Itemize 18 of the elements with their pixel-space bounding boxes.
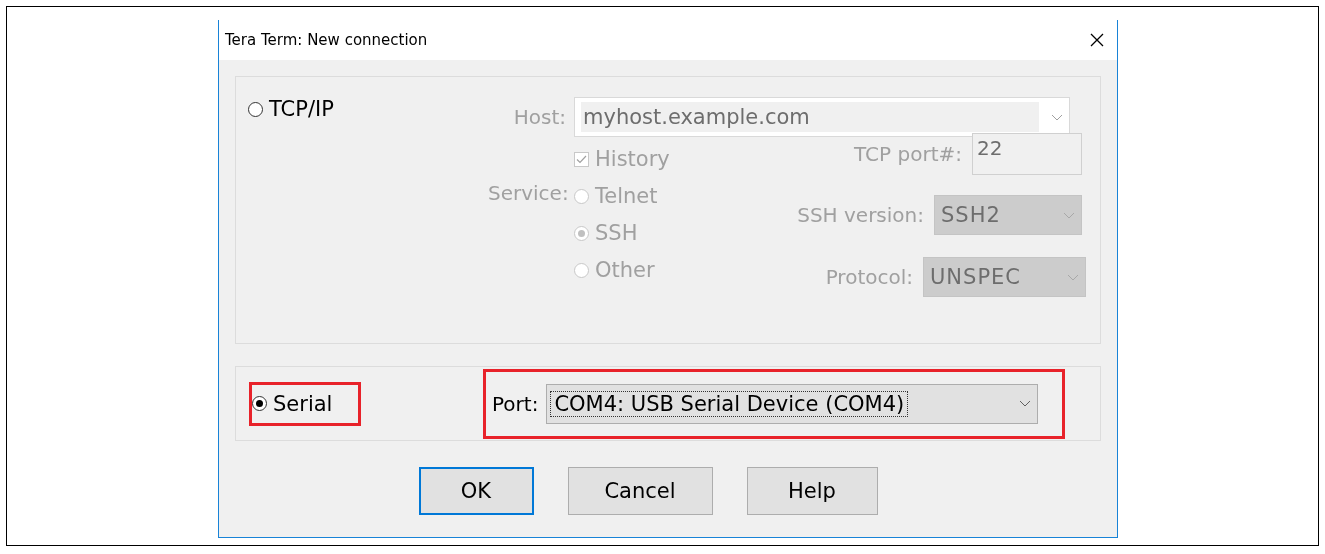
port-dropdown[interactable]: COM4: USB Serial Device (COM4) bbox=[546, 383, 1039, 424]
window-title: Tera Term: New connection bbox=[225, 31, 428, 49]
chevron-down-icon bbox=[1067, 273, 1079, 281]
close-icon bbox=[1090, 33, 1104, 47]
port-label: Port: bbox=[492, 391, 539, 416]
service-label: Service: bbox=[488, 181, 566, 207]
dialog-button[interactable]: Cancel bbox=[567, 467, 713, 515]
protocol-label: Protocol: bbox=[825, 265, 913, 289]
serial-label[interactable]: Serial bbox=[273, 391, 333, 416]
ssh-version-label: SSH version: bbox=[797, 203, 924, 227]
tcp-port-label: TCP port#: bbox=[854, 142, 962, 166]
dialog-button[interactable]: Help bbox=[746, 467, 878, 515]
chevron-down-icon bbox=[1063, 211, 1075, 219]
host-label: Host: bbox=[512, 105, 566, 129]
dialog-button[interactable]: OK bbox=[418, 467, 534, 515]
chevron-down-icon bbox=[1019, 400, 1032, 407]
chevron-down-icon bbox=[1051, 113, 1063, 121]
serial-radio[interactable] bbox=[252, 396, 267, 411]
